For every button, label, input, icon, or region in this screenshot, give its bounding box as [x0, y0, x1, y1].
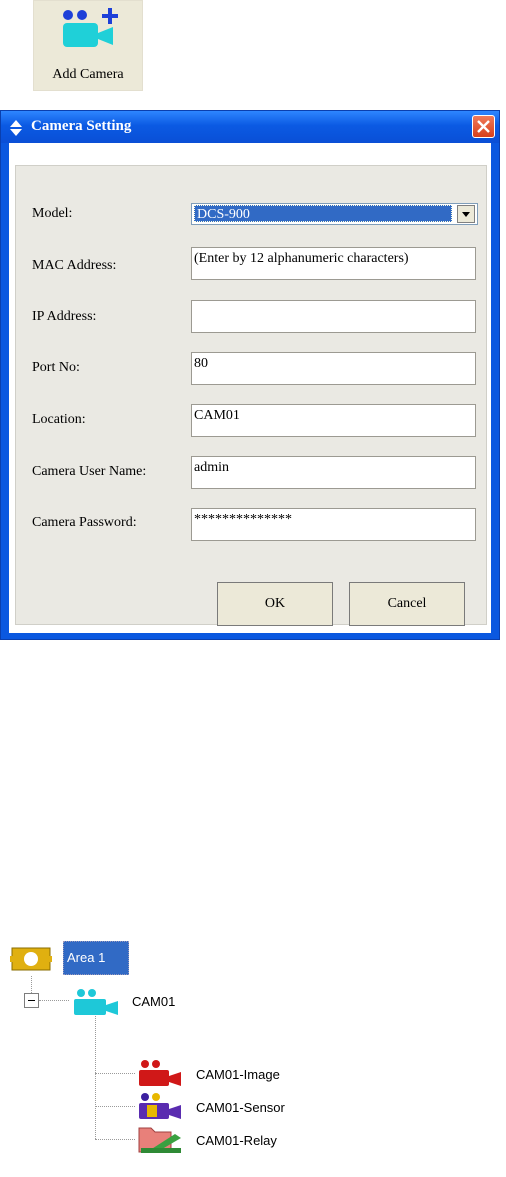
dialog-title: Camera Setting [31, 118, 132, 134]
user-name-label: Camera User Name: [32, 464, 147, 479]
camera-add-icon [63, 8, 118, 47]
model-value: DCS-900 [194, 205, 452, 222]
add-camera-label: Add Camera [52, 67, 124, 82]
close-icon [477, 120, 490, 133]
port-label: Port No: [32, 360, 80, 375]
mac-address-field[interactable]: (Enter by 12 alphanumeric characters) [191, 247, 476, 280]
dialog-titlebar[interactable]: Camera Setting [1, 111, 499, 143]
collapse-toggle[interactable] [24, 993, 39, 1008]
settings-panel: Model: DCS-900 MAC Address: (Enter by 12… [15, 165, 487, 626]
camera-icon [74, 989, 118, 1015]
diamond-arrows-icon [10, 120, 22, 136]
ip-address-field[interactable] [191, 300, 476, 333]
port-field[interactable]: 80 [191, 352, 476, 385]
location-label: Location: [32, 412, 86, 427]
chevron-down-icon [462, 212, 470, 217]
camera-image-icon [139, 1060, 181, 1086]
ip-label: IP Address: [32, 309, 97, 324]
tree-item-area[interactable]: Area 1 [63, 941, 129, 975]
area-icon [10, 947, 52, 971]
dialog-client-area: Model: DCS-900 MAC Address: (Enter by 12… [9, 143, 491, 633]
minus-icon [28, 1000, 35, 1001]
relay-icon [138, 1127, 181, 1153]
tree-item-relay[interactable]: CAM01-Relay [196, 1133, 277, 1148]
dropdown-arrow-button[interactable] [457, 205, 475, 223]
add-camera-button[interactable]: Add Camera [33, 0, 143, 91]
location-field[interactable]: CAM01 [191, 404, 476, 437]
password-label: Camera Password: [32, 515, 137, 530]
camera-setting-dialog: Camera Setting Model: DCS-900 MAC Addres… [0, 110, 500, 640]
user-name-field[interactable]: admin [191, 456, 476, 489]
model-label: Model: [32, 206, 73, 221]
cancel-button[interactable]: Cancel [349, 582, 465, 626]
tree-item-camera[interactable]: CAM01 [132, 994, 175, 1009]
mac-label: MAC Address: [32, 258, 117, 273]
model-select[interactable]: DCS-900 [191, 203, 478, 225]
close-button[interactable] [472, 115, 495, 138]
camera-tree: Area 1 CAM01 CAM01-Image CAM01-Sensor CA… [0, 940, 506, 1177]
ok-button[interactable]: OK [217, 582, 333, 626]
tree-item-image[interactable]: CAM01-Image [196, 1067, 280, 1082]
password-field[interactable]: ************** [191, 508, 476, 541]
sensor-icon [139, 1093, 181, 1119]
tree-item-sensor[interactable]: CAM01-Sensor [196, 1100, 285, 1115]
